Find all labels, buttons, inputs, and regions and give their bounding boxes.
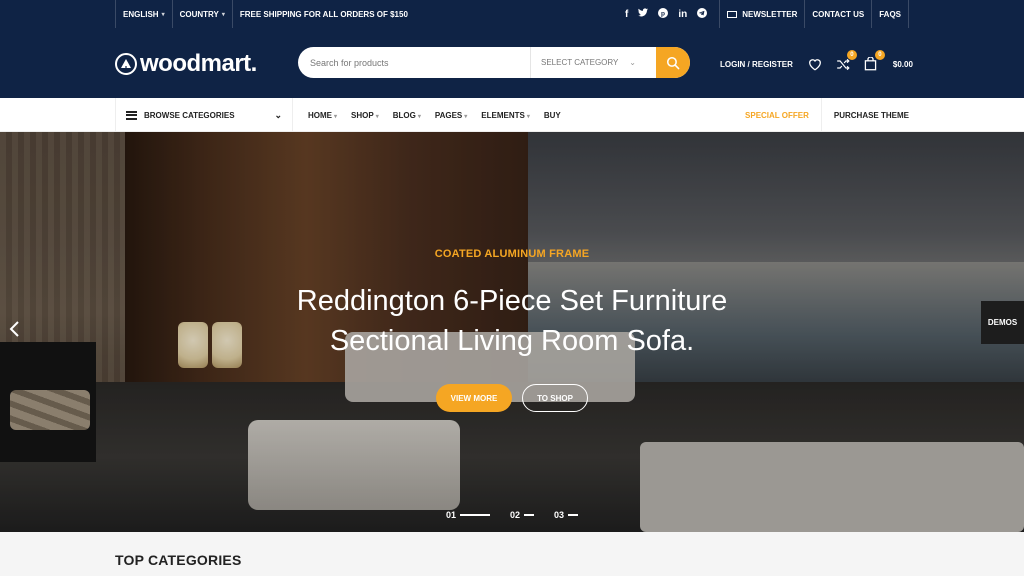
search-bar: SELECT CATEGORY ⌄	[298, 47, 690, 78]
chevron-down-icon: ▾	[464, 113, 468, 120]
menu-icon	[126, 110, 137, 120]
newsletter-link[interactable]: NEWSLETTER	[719, 0, 806, 28]
cart-total[interactable]: $0.00	[893, 60, 913, 69]
chevron-down-icon: ▾	[375, 113, 379, 120]
slider-pagination: 01 02 03	[0, 510, 1024, 520]
chevron-down-icon: ⌄	[629, 58, 636, 67]
slider-prev-arrow-icon[interactable]	[8, 320, 20, 344]
nav-item-elements[interactable]: ELEMENTS ▾	[481, 111, 530, 120]
chevron-down-icon: ▾	[334, 113, 338, 120]
hero-title-line: Sectional Living Room Sofa.	[329, 325, 695, 357]
mail-icon	[727, 10, 738, 18]
newsletter-label: NEWSLETTER	[742, 9, 798, 19]
compare-button[interactable]: 0	[835, 50, 857, 72]
svg-text:p: p	[661, 10, 665, 17]
hero-slider: COATED ALUMINUM FRAME Reddington 6-Piece…	[0, 132, 1024, 532]
facebook-icon[interactable]: f	[625, 9, 628, 20]
pinterest-icon[interactable]: p	[658, 7, 669, 21]
nav-item-blog[interactable]: BLOG ▾	[393, 111, 421, 120]
browse-categories-label: BROWSE CATEGORIES	[144, 110, 235, 120]
faqs-label: FAQS	[879, 9, 901, 19]
cart-button[interactable]: 0	[863, 50, 885, 72]
shipping-notice: FREE SHIPPING FOR ALL ORDERS OF $150	[233, 0, 415, 28]
hero-subtitle: COATED ALUMINUM FRAME	[434, 248, 590, 260]
shuffle-icon	[837, 58, 850, 70]
country-label: COUNTRY	[179, 9, 219, 19]
hero-title: Reddington 6-Piece Set Furniture Section…	[200, 281, 824, 361]
shopping-bag-icon	[865, 57, 877, 71]
nav-right-links: SPECIAL OFFER PURCHASE THEME	[745, 98, 909, 132]
slide-dot-line	[459, 514, 490, 516]
search-icon	[666, 56, 680, 69]
nav-item-shop[interactable]: SHOP ▾	[351, 111, 379, 120]
compare-count-badge: 0	[846, 50, 857, 60]
demos-button[interactable]: DEMOS	[981, 301, 1024, 344]
slide-dot[interactable]: 02	[510, 510, 534, 520]
special-offer-link[interactable]: SPECIAL OFFER	[745, 98, 822, 132]
top-categories-heading: TOP CATEGORIES	[115, 552, 242, 568]
slide-dot-label: 01	[445, 510, 456, 520]
chevron-down-icon: ▾	[221, 11, 225, 18]
nav-menu: HOME ▾ SHOP ▾ BLOG ▾ PAGES ▾ ELEMENTS ▾ BUY	[308, 98, 561, 132]
nav-item-label: ELEMENTS	[481, 110, 525, 120]
browse-categories-button[interactable]: BROWSE CATEGORIES ⌄	[115, 98, 293, 132]
slide-dot-line	[568, 514, 579, 516]
nav-item-label: SHOP	[351, 110, 374, 120]
heart-icon	[809, 58, 821, 71]
faqs-link[interactable]: FAQS	[872, 0, 909, 28]
slide-dot-label: 02	[509, 510, 520, 520]
header-actions: LOGIN / REGISTER 0 0 $0.00	[720, 50, 913, 72]
wishlist-button[interactable]	[807, 56, 823, 72]
contact-label: CONTACT US	[812, 9, 865, 19]
top-bar: ENGLISH ▾ COUNTRY ▾ FREE SHIPPING FOR ALL …	[0, 0, 1024, 28]
logo-tree-icon	[115, 53, 137, 75]
nav-item-label: BLOG	[392, 110, 416, 120]
chevron-down-icon: ▾	[526, 113, 530, 120]
search-button[interactable]	[656, 47, 690, 78]
slide-dot[interactable]: 03	[554, 510, 579, 520]
twitter-icon[interactable]	[638, 8, 649, 20]
telegram-icon[interactable]	[697, 7, 708, 21]
nav-item-buy[interactable]: BUY	[544, 111, 561, 120]
view-more-button[interactable]: VIEW MORE	[436, 384, 512, 412]
nav-item-pages[interactable]: PAGES ▾	[435, 111, 467, 120]
hero-title-line: Reddington 6-Piece Set Furniture	[296, 285, 728, 317]
social-links: f p in	[625, 7, 719, 21]
to-shop-button[interactable]: TO SHOP	[522, 384, 588, 412]
hero-buttons: VIEW MORE TO SHOP	[0, 384, 1024, 412]
shipping-text: FREE SHIPPING FOR ALL ORDERS OF $150	[239, 9, 408, 19]
slide-dot-line	[524, 514, 534, 516]
nav-item-home[interactable]: HOME ▾	[308, 111, 337, 120]
slide-dot-label: 03	[554, 510, 565, 520]
language-label: ENGLISH	[123, 9, 159, 19]
chevron-down-icon: ▾	[161, 11, 165, 18]
language-selector[interactable]: ENGLISH ▾	[115, 0, 173, 28]
chevron-down-icon: ▾	[417, 113, 421, 120]
main-header: woodmart. SELECT CATEGORY ⌄ LOGIN / REGI…	[0, 28, 1024, 98]
logo-text: woodmart.	[140, 50, 257, 77]
cart-count-badge: 0	[874, 50, 885, 60]
category-select[interactable]: SELECT CATEGORY ⌄	[530, 47, 646, 78]
chevron-down-icon: ⌄	[274, 109, 282, 120]
nav-item-label: PAGES	[434, 110, 463, 120]
slide-dot[interactable]: 01	[446, 510, 490, 520]
main-nav: BROWSE CATEGORIES ⌄ HOME ▾ SHOP ▾ BLOG ▾ PA…	[0, 98, 1024, 132]
linkedin-icon[interactable]: in	[678, 9, 687, 20]
contact-link[interactable]: CONTACT US	[805, 0, 873, 28]
category-select-label: SELECT CATEGORY	[541, 58, 619, 67]
search-input[interactable]	[298, 47, 530, 78]
nav-item-label: HOME	[308, 110, 332, 120]
country-selector[interactable]: COUNTRY ▾	[173, 0, 233, 28]
purchase-theme-link[interactable]: PURCHASE THEME	[822, 111, 909, 120]
site-logo[interactable]: woodmart.	[115, 50, 257, 78]
login-register-link[interactable]: LOGIN / REGISTER	[720, 60, 793, 69]
